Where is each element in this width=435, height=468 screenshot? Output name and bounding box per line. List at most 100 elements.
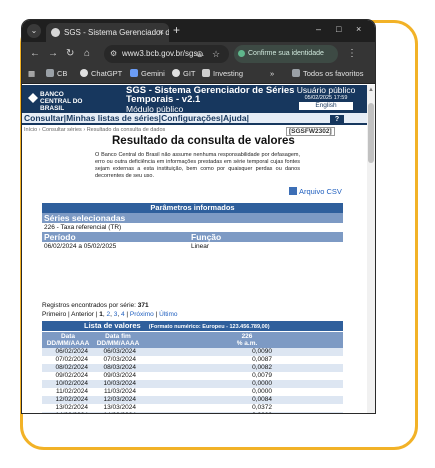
zoom-icon[interactable]: ⊕: [196, 45, 204, 63]
bookmark-cb[interactable]: CB: [46, 69, 67, 78]
active-tab[interactable]: SGS - Sistema Gerenciador d ×: [46, 23, 169, 42]
favicon-icon: [51, 28, 60, 37]
page-content: BANCO CENTRAL DO BRASIL SGS - Sistema Ge…: [22, 85, 367, 413]
forward-icon[interactable]: →: [48, 48, 58, 59]
cell-date: 13/02/2024: [55, 404, 88, 411]
period-function-heading: Período Função: [42, 232, 343, 242]
pager-page-4[interactable]: 4: [121, 311, 125, 318]
cell-date: 12/02/2024: [55, 396, 88, 403]
bookmark-chatgpt[interactable]: ChatGPT: [80, 69, 122, 78]
table-row: 12/02/2024 12/03/2024 0,0084: [42, 396, 343, 404]
header-date[interactable]: Data DD/MM/AAAA: [44, 333, 92, 347]
page-scrollbar[interactable]: ▲: [367, 85, 375, 413]
cell-value: 0,0087: [252, 356, 272, 363]
bookmark-investing[interactable]: Investing: [202, 69, 243, 78]
cell-date: 07/02/2024: [55, 356, 88, 363]
table-row: 07/02/2024 07/03/2024 0,0087: [42, 356, 343, 364]
values-title-text: Lista de valores: [84, 321, 141, 330]
cell-value: 0,0082: [252, 364, 272, 371]
tab-title: SGS - Sistema Gerenciador d: [64, 28, 169, 37]
identity-label: Confirme sua identidade: [248, 50, 324, 57]
reload-icon[interactable]: ↻: [66, 48, 74, 59]
table-row: 11/02/2024 11/03/2024 0,0000: [42, 388, 343, 396]
page-title: Resultado da consulta de valores: [112, 135, 295, 147]
bookmark-gemini[interactable]: Gemini: [130, 69, 165, 78]
floating-toolbar: ↑↓←⌂≡: [285, 406, 340, 413]
tab-close-icon[interactable]: ×: [159, 23, 164, 42]
cell-end-date: 13/03/2024: [103, 404, 136, 411]
profile-dot-icon: [238, 50, 245, 57]
address-bar[interactable]: ⚙ www3.bcb.gov.br/sgs... ⊕ ☆: [104, 45, 229, 63]
minimize-button[interactable]: –: [316, 24, 321, 34]
parameters-box: Parâmetros informados Séries selecionada…: [42, 203, 343, 251]
csv-download-link[interactable]: Arquivo CSV: [289, 187, 342, 196]
english-button[interactable]: English: [299, 102, 353, 110]
bcb-logo-text: BANCO CENTRAL DO BRASIL: [40, 91, 83, 112]
bookmarks-overflow-icon[interactable]: »: [270, 69, 274, 78]
disclaimer-text: O Banco Central do Brasil não assume nen…: [95, 152, 300, 179]
apps-icon[interactable]: ▦: [28, 69, 35, 78]
values-table-title: Lista de valores (Formato numérico: Euro…: [42, 321, 343, 331]
new-tab-button[interactable]: +: [173, 23, 180, 37]
bcb-logo[interactable]: BANCO CENTRAL DO BRASIL: [28, 91, 90, 112]
cell-value: 0,0000: [252, 380, 272, 387]
investing-icon: [202, 69, 210, 77]
pager-previous: Anterior: [71, 311, 94, 318]
bookmarks-bar: ▦ CB ChatGPT Gemini GIT Investing » Todo…: [22, 66, 375, 84]
site-info-icon[interactable]: ⚙: [110, 45, 117, 63]
back-icon[interactable]: ←: [30, 48, 40, 59]
records-count: Registros encontrados por série: 371: [42, 302, 149, 309]
user-info: Usuário público 05/02/2025 17:59 English: [290, 86, 362, 110]
all-bookmarks[interactable]: Todos os favoritos: [292, 69, 363, 78]
menu-configuracoes[interactable]: Configurações: [161, 113, 221, 123]
close-window-button[interactable]: ×: [356, 24, 361, 34]
cell-value: 0,0090: [252, 348, 272, 355]
github-icon: [172, 69, 180, 77]
values-table-body: 06/02/2024 06/03/2024 0,0090 07/02/2024 07/0…: [42, 348, 343, 413]
cell-end-date: 14/03/2024: [96, 412, 136, 413]
values-format-note: (Formato numérico: Europeu - 123.456.789…: [148, 324, 270, 330]
values-table-header: Data DD/MM/AAAA Data fim DD/MM/AAAA 226 …: [42, 332, 343, 348]
user-label: Usuário público: [296, 85, 356, 95]
home-icon[interactable]: ⌂: [84, 48, 90, 59]
scroll-thumb[interactable]: [368, 103, 374, 163]
bookmark-git[interactable]: GIT: [172, 69, 196, 78]
menu-minhas-listas[interactable]: Minhas listas de séries: [66, 113, 159, 123]
cell-date: 14/02/2024: [48, 412, 88, 413]
identity-prompt[interactable]: Confirme sua identidade: [234, 45, 338, 63]
pager-next[interactable]: Próximo: [130, 311, 154, 318]
menu-ajuda[interactable]: Ajuda: [223, 113, 247, 123]
gemini-icon: [130, 69, 138, 77]
parameters-title: Parâmetros informados: [42, 203, 343, 213]
pager-page-3[interactable]: 3: [114, 311, 118, 318]
cell-value: 0,0000: [252, 388, 272, 395]
scroll-up-icon[interactable]: ▲: [368, 87, 374, 93]
cell-date: 08/02/2024: [55, 364, 88, 371]
folder-icon: [46, 69, 54, 77]
function-value: Linear: [191, 243, 210, 250]
pager-last[interactable]: Último: [159, 311, 177, 318]
more-options-icon[interactable]: ⋮: [347, 48, 357, 59]
user-datetime: 05/02/2025 17:59: [304, 95, 348, 101]
cell-end-date: 08/03/2024: [103, 364, 136, 371]
bookmark-star-icon[interactable]: ☆: [212, 45, 220, 63]
table-row: 06/02/2024 06/03/2024 0,0090: [42, 348, 343, 356]
period-value: 06/02/2024 a 05/02/2025: [44, 243, 117, 250]
cell-end-date: 10/03/2024: [103, 380, 136, 387]
tab-search-icon[interactable]: ⌄: [27, 24, 41, 38]
breadcrumb-home[interactable]: Início: [24, 127, 37, 133]
menu-consultar[interactable]: Consultar: [24, 113, 64, 123]
pager-current: 1: [99, 311, 103, 318]
csv-link-label: Arquivo CSV: [299, 187, 342, 196]
function-heading: Função: [191, 232, 222, 242]
maximize-button[interactable]: □: [336, 24, 341, 34]
pager-page-2[interactable]: 2: [106, 311, 110, 318]
cell-value: 0,0660: [222, 412, 272, 413]
header-end-date[interactable]: Data fim DD/MM/AAAA: [94, 333, 142, 347]
help-button[interactable]: ?: [330, 115, 344, 124]
cell-date: 06/02/2024: [55, 348, 88, 355]
breadcrumb-consultar[interactable]: Consultar séries: [42, 127, 82, 133]
url-text: www3.bcb.gov.br/sgs...: [122, 49, 205, 58]
breadcrumb: Início › Consultar séries › Resultado da…: [24, 127, 166, 133]
header-series-226[interactable]: 226 % a.m.: [222, 333, 272, 347]
